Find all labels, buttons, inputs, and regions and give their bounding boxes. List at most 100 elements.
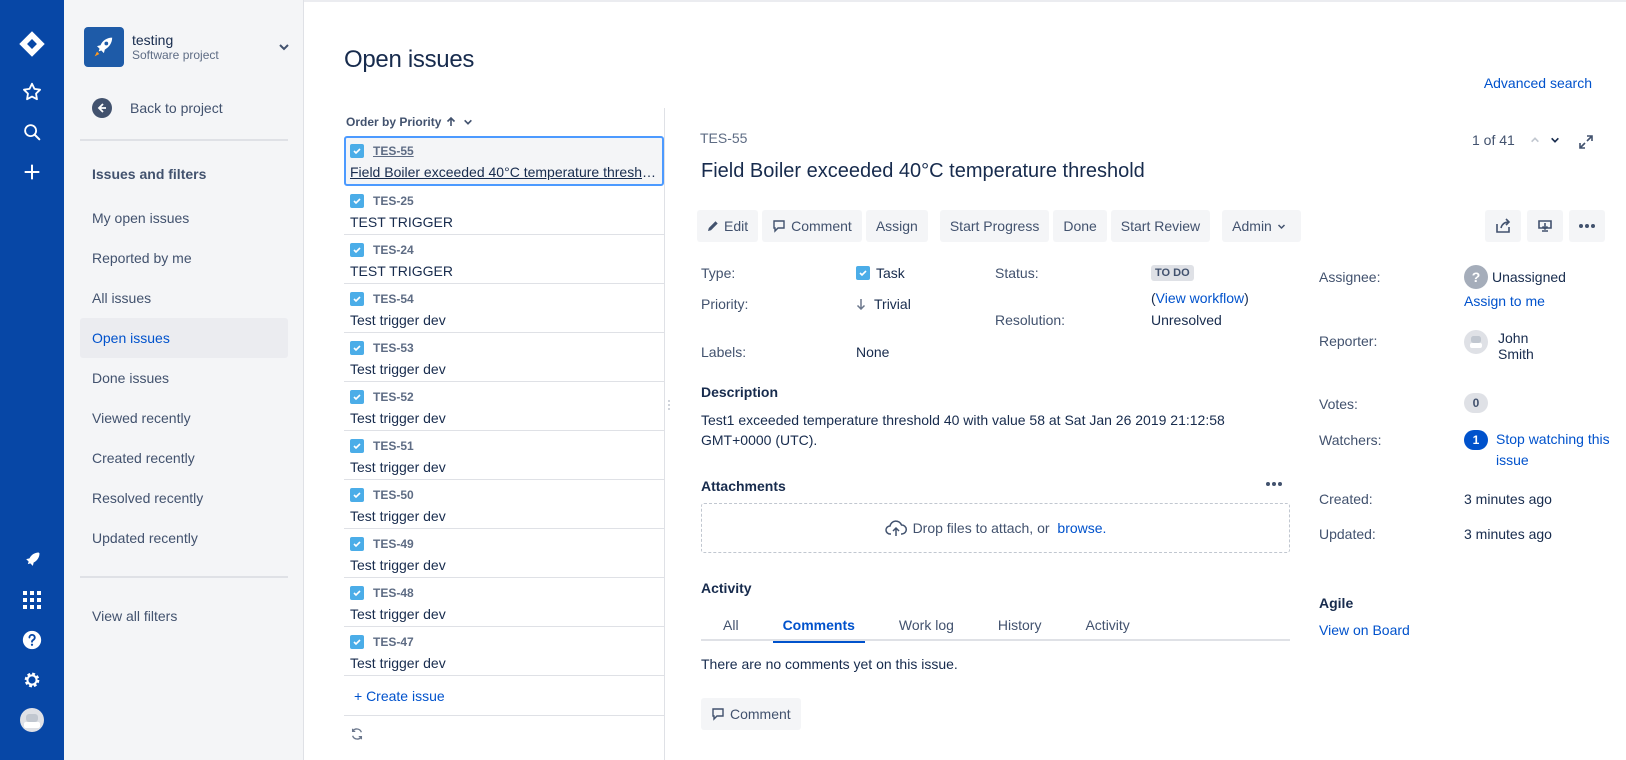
issue-key[interactable]: TES-49 — [373, 537, 414, 551]
user-avatar-icon[interactable] — [16, 704, 48, 736]
sidebar-item-my-open-issues[interactable]: My open issues — [80, 198, 288, 238]
labels-label: Labels: — [701, 344, 747, 360]
tab-history[interactable]: History — [988, 608, 1052, 641]
view-workflow-link[interactable]: View workflow — [1156, 290, 1244, 306]
issue-key[interactable]: TES-48 — [373, 586, 414, 600]
sidebar-item-updated-recently[interactable]: Updated recently — [80, 518, 288, 558]
help-icon[interactable] — [16, 624, 48, 656]
issue-card[interactable]: TES-53 Test trigger dev — [344, 333, 664, 382]
issue-key[interactable]: TES-51 — [373, 439, 414, 453]
resize-handle[interactable] — [668, 398, 672, 414]
add-comment-button[interactable]: Comment — [701, 698, 801, 730]
status-badge[interactable]: TO DO — [1151, 265, 1194, 281]
votes-badge: 0 — [1464, 393, 1488, 413]
jira-logo-icon[interactable] — [16, 28, 48, 60]
back-to-project-link[interactable]: Back to project — [92, 96, 223, 120]
issue-card[interactable]: TES-50 Test trigger dev — [344, 480, 664, 529]
view-on-board-link[interactable]: View on Board — [1319, 622, 1410, 638]
issue-card[interactable]: TES-52 Test trigger dev — [344, 382, 664, 431]
expand-icon[interactable] — [1576, 132, 1596, 152]
chevron-down-icon[interactable] — [1547, 132, 1563, 148]
sidebar-item-open-issues[interactable]: Open issues — [80, 318, 288, 358]
order-by-control[interactable]: Order by Priority — [344, 108, 664, 136]
start-progress-button[interactable]: Start Progress — [939, 210, 1050, 242]
chevron-up-icon[interactable] — [1527, 132, 1543, 148]
done-button[interactable]: Done — [1053, 210, 1107, 242]
settings-gear-icon[interactable] — [16, 664, 48, 696]
description-text[interactable]: Test1 exceeded temperature threshold 40 … — [701, 410, 1261, 450]
issue-summary[interactable]: Test trigger dev — [350, 312, 656, 328]
issue-card[interactable]: TES-54 Test trigger dev — [344, 284, 664, 333]
create-issue-link[interactable]: + Create issue — [344, 676, 664, 716]
project-switcher[interactable]: testing Software project — [84, 26, 294, 68]
arrow-up-icon[interactable] — [445, 116, 457, 128]
star-icon[interactable] — [16, 76, 48, 108]
issue-key[interactable]: TES-53 — [373, 341, 414, 355]
start-review-button[interactable]: Start Review — [1110, 210, 1211, 242]
priority-label: Priority: — [701, 296, 749, 312]
comment-button[interactable]: Comment — [762, 210, 862, 242]
issue-card[interactable]: TES-55 Field Boiler exceeded 40°C temper… — [344, 136, 664, 186]
sidebar-item-done-issues[interactable]: Done issues — [80, 358, 288, 398]
chevron-down-icon[interactable] — [463, 117, 473, 127]
issue-summary[interactable]: Field Boiler exceeded 40°C temperature t… — [350, 164, 656, 180]
issue-card[interactable]: TES-24 TEST TRIGGER — [344, 235, 664, 284]
tab-all[interactable]: All — [713, 608, 749, 641]
sidebar-item-all-issues[interactable]: All issues — [80, 278, 288, 318]
advanced-search-link[interactable]: Advanced search — [1484, 75, 1592, 91]
assign-button[interactable]: Assign — [865, 210, 928, 242]
reporter-value[interactable]: John Smith — [1464, 330, 1534, 362]
issue-card[interactable]: TES-25 TEST TRIGGER — [344, 186, 664, 235]
issue-summary[interactable]: Test trigger dev — [350, 655, 656, 671]
assignee-value: ? Unassigned — [1464, 265, 1566, 289]
issue-key[interactable]: TES-52 — [373, 390, 414, 404]
sidebar-item-created-recently[interactable]: Created recently — [80, 438, 288, 478]
tab-activity[interactable]: Activity — [1075, 608, 1139, 641]
issue-summary[interactable]: Test trigger dev — [350, 606, 656, 622]
watchers-badge[interactable]: 1 — [1464, 430, 1488, 450]
issue-key[interactable]: TES-24 — [373, 243, 414, 257]
issue-key[interactable]: TES-55 — [373, 144, 414, 158]
create-plus-icon[interactable] — [16, 156, 48, 188]
refresh-icon[interactable] — [344, 716, 664, 752]
issue-summary[interactable]: TEST TRIGGER — [350, 263, 656, 279]
sidebar-item-reported-by-me[interactable]: Reported by me — [80, 238, 288, 278]
attachment-dropzone[interactable]: Drop files to attach, or browse. — [701, 503, 1290, 553]
assign-to-me-link[interactable]: Assign to me — [1464, 293, 1545, 309]
issue-summary[interactable]: Test trigger dev — [350, 557, 656, 573]
issue-card[interactable]: TES-47 Test trigger dev — [344, 627, 664, 676]
apps-grid-icon[interactable] — [16, 584, 48, 616]
attachments-heading: Attachments — [701, 478, 786, 494]
issue-key[interactable]: TES-47 — [373, 635, 414, 649]
issue-card[interactable]: TES-51 Test trigger dev — [344, 431, 664, 480]
issue-key[interactable]: TES-54 — [373, 292, 414, 306]
sidebar-item-resolved-recently[interactable]: Resolved recently — [80, 478, 288, 518]
issue-title[interactable]: Field Boiler exceeded 40°C temperature t… — [701, 160, 1145, 183]
edit-button[interactable]: Edit — [697, 210, 759, 242]
issue-key-breadcrumb[interactable]: TES-55 — [700, 130, 747, 146]
share-icon[interactable] — [1485, 210, 1521, 242]
stop-watching-link[interactable]: Stop watching this issue — [1496, 429, 1626, 471]
more-icon[interactable] — [1569, 210, 1605, 242]
search-icon[interactable] — [16, 116, 48, 148]
tab-work-log[interactable]: Work log — [889, 608, 964, 641]
issue-summary[interactable]: TEST TRIGGER — [350, 214, 656, 230]
tab-comments[interactable]: Comments — [772, 608, 865, 643]
issue-card[interactable]: TES-48 Test trigger dev — [344, 578, 664, 627]
view-all-filters-link[interactable]: View all filters — [92, 608, 177, 624]
votes-value[interactable]: 0 — [1464, 393, 1488, 413]
issue-key[interactable]: TES-25 — [373, 194, 414, 208]
issue-key[interactable]: TES-50 — [373, 488, 414, 502]
admin-dropdown[interactable]: Admin — [1222, 210, 1301, 242]
chevron-down-icon[interactable] — [274, 37, 294, 57]
issue-summary[interactable]: Test trigger dev — [350, 361, 656, 377]
issue-card[interactable]: TES-49 Test trigger dev — [344, 529, 664, 578]
export-icon[interactable] — [1527, 210, 1563, 242]
sidebar-item-viewed-recently[interactable]: Viewed recently — [80, 398, 288, 438]
attachments-more-icon[interactable] — [1262, 476, 1286, 492]
issue-summary[interactable]: Test trigger dev — [350, 508, 656, 524]
issue-summary[interactable]: Test trigger dev — [350, 459, 656, 475]
issue-summary[interactable]: Test trigger dev — [350, 410, 656, 426]
browse-link[interactable]: browse. — [1057, 520, 1106, 536]
rocket-icon[interactable] — [16, 544, 48, 576]
